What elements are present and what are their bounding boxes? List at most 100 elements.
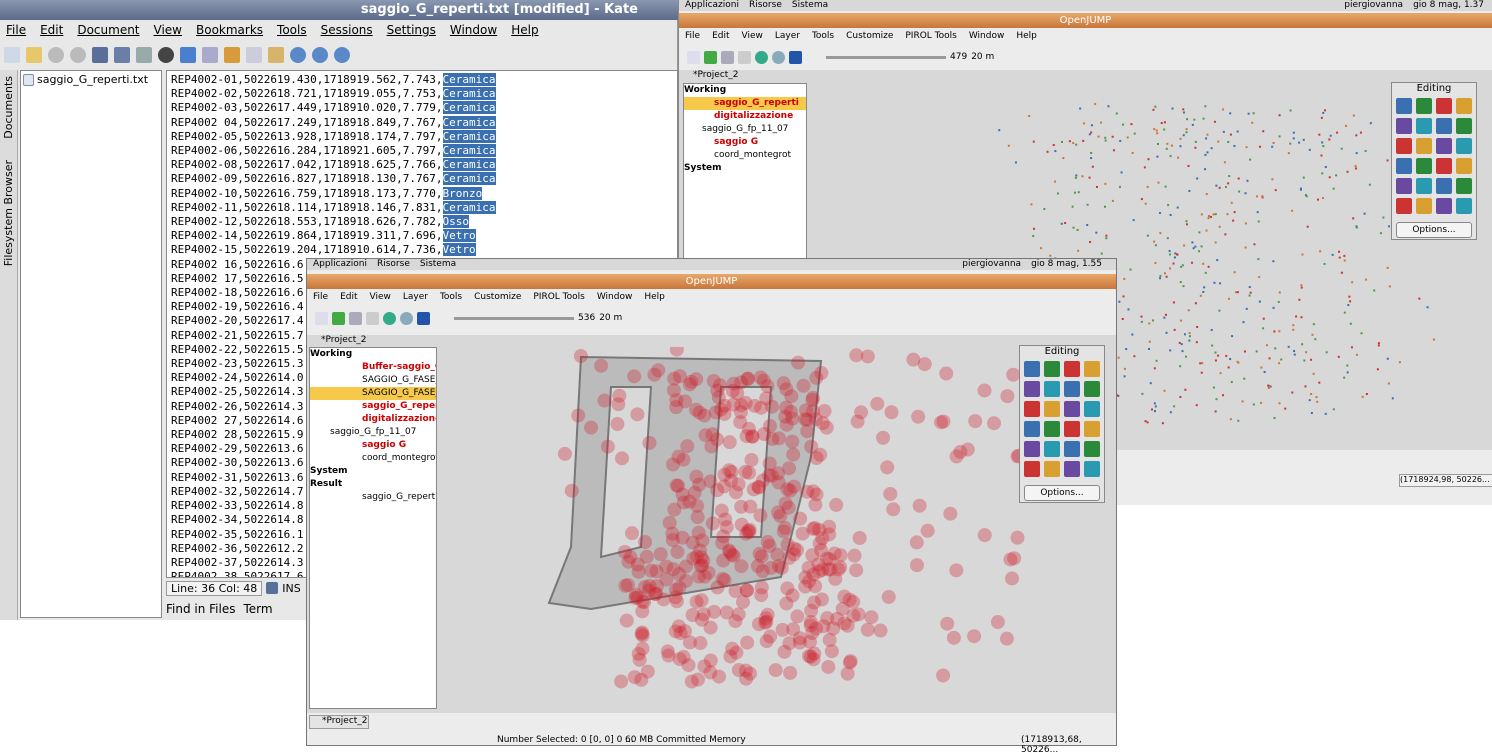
edit-tool-icon[interactable] xyxy=(1396,178,1412,194)
tab-terminal[interactable]: Term xyxy=(244,602,273,616)
tab-documents[interactable]: Documents xyxy=(2,76,15,139)
menu-help[interactable]: Help xyxy=(644,289,665,305)
edit-tool-icon[interactable] xyxy=(1084,421,1100,437)
options-button[interactable]: Options... xyxy=(1024,485,1100,501)
tree-item[interactable]: SAGGIO_G_FASE_ xyxy=(310,374,436,387)
menu-sessions[interactable]: Sessions xyxy=(321,20,373,40)
zoom-full-icon[interactable] xyxy=(383,311,396,325)
panel-clock[interactable]: gio 8 mag, 1.55 xyxy=(1031,259,1116,270)
insert-mode[interactable]: INS xyxy=(282,582,300,595)
tree-item[interactable]: saggio G xyxy=(684,136,806,149)
edit-tool-icon[interactable] xyxy=(1416,118,1432,134)
tree-item[interactable]: System xyxy=(684,162,806,175)
menu-window[interactable]: Window xyxy=(969,28,1005,44)
menu-tools[interactable]: Tools xyxy=(812,28,834,44)
menu-view[interactable]: View xyxy=(154,20,182,40)
edit-tool-icon[interactable] xyxy=(1084,441,1100,457)
edit-tool-icon[interactable] xyxy=(1416,178,1432,194)
edit-tool-icon[interactable] xyxy=(1436,198,1452,214)
project-tab[interactable]: *Project_2 xyxy=(309,715,369,729)
zoom-in-icon[interactable] xyxy=(312,47,328,63)
panel-clock[interactable]: gio 8 mag, 1.37 xyxy=(1413,0,1492,11)
edit-tool-icon[interactable] xyxy=(1436,138,1452,154)
menu-edit[interactable]: Edit xyxy=(340,289,357,305)
info-icon[interactable] xyxy=(789,50,802,64)
edit-tool-icon[interactable] xyxy=(1064,461,1080,477)
menu-tools[interactable]: Tools xyxy=(277,20,307,40)
menu-file[interactable]: File xyxy=(685,28,700,44)
edit-tool-icon[interactable] xyxy=(1456,198,1472,214)
tab-filesystem-browser[interactable]: Filesystem Browser xyxy=(2,160,15,266)
menu-help[interactable]: Help xyxy=(511,20,538,40)
menu-window[interactable]: Window xyxy=(597,289,633,305)
redo-icon[interactable] xyxy=(202,47,218,63)
panel-places[interactable]: Risorse xyxy=(377,259,410,270)
paste-icon[interactable] xyxy=(268,47,284,63)
map-canvas[interactable] xyxy=(441,347,1113,709)
new-icon[interactable] xyxy=(687,50,700,64)
add-layer-icon[interactable] xyxy=(704,50,717,64)
menu-help[interactable]: Help xyxy=(1016,28,1037,44)
tree-item[interactable]: Result xyxy=(310,478,436,491)
edit-tool-icon[interactable] xyxy=(1064,401,1080,417)
tree-item[interactable]: System xyxy=(310,465,436,478)
menu-pirol-tools[interactable]: PIROL Tools xyxy=(533,289,584,305)
tree-item[interactable]: saggio_G_fp_11_07 xyxy=(310,426,436,439)
panel-user[interactable]: piergiovanna xyxy=(1344,0,1403,11)
edit-tool-icon[interactable] xyxy=(1456,118,1472,134)
edit-tool-icon[interactable] xyxy=(1024,361,1040,377)
zoom-icon[interactable] xyxy=(349,311,362,325)
tree-item[interactable]: digitalizzazione xyxy=(310,413,436,426)
edit-tool-icon[interactable] xyxy=(1396,118,1412,134)
save-icon[interactable] xyxy=(92,47,108,63)
tree-item[interactable]: digitalizzazione xyxy=(684,110,806,123)
tree-item[interactable]: Working xyxy=(684,84,806,97)
new-file-icon[interactable] xyxy=(4,47,20,63)
tree-item[interactable]: saggio_G_reperti xyxy=(684,97,806,110)
edit-tool-icon[interactable] xyxy=(1416,138,1432,154)
panel-system[interactable]: Sistema xyxy=(792,0,828,11)
edit-tool-icon[interactable] xyxy=(1024,441,1040,457)
menu-view[interactable]: View xyxy=(742,28,763,44)
edit-tool-icon[interactable] xyxy=(1396,138,1412,154)
edit-tool-icon[interactable] xyxy=(1044,441,1060,457)
find-icon[interactable] xyxy=(290,47,306,63)
menu-window[interactable]: Window xyxy=(450,20,497,40)
panel-system[interactable]: Sistema xyxy=(420,259,456,270)
menu-customize[interactable]: Customize xyxy=(846,28,893,44)
tree-item[interactable]: saggio G xyxy=(310,439,436,452)
close-icon[interactable] xyxy=(158,47,174,63)
edit-tool-icon[interactable] xyxy=(1416,98,1432,114)
edit-tool-icon[interactable] xyxy=(1084,381,1100,397)
edit-tool-icon[interactable] xyxy=(1084,401,1100,417)
zoom-full-icon[interactable] xyxy=(755,50,768,64)
edit-tool-icon[interactable] xyxy=(1416,198,1432,214)
forward-icon[interactable] xyxy=(70,47,86,63)
tree-item[interactable]: saggio_G_fp_11_07 xyxy=(684,123,806,136)
panel-user[interactable]: piergiovanna xyxy=(962,259,1021,270)
tree-item[interactable]: coord_montegrot xyxy=(684,149,806,162)
add-layer-icon[interactable] xyxy=(332,311,345,325)
edit-tool-icon[interactable] xyxy=(1456,158,1472,174)
edit-tool-icon[interactable] xyxy=(1436,178,1452,194)
menu-pirol-tools[interactable]: PIROL Tools xyxy=(905,28,956,44)
panel-applications[interactable]: Applicazioni xyxy=(313,259,367,270)
edit-tool-icon[interactable] xyxy=(1456,138,1472,154)
edit-tool-icon[interactable] xyxy=(1064,361,1080,377)
menu-file[interactable]: File xyxy=(313,289,328,305)
edit-tool-icon[interactable] xyxy=(1064,421,1080,437)
menu-layer[interactable]: Layer xyxy=(403,289,428,305)
pan-icon[interactable] xyxy=(366,311,379,325)
tree-item[interactable]: Buffer-saggio_G xyxy=(310,361,436,374)
menu-edit[interactable]: Edit xyxy=(40,20,63,40)
tree-item[interactable]: SAGGIO_G_FASE_ xyxy=(310,387,436,400)
panel-applications[interactable]: Applicazioni xyxy=(685,0,739,11)
save-all-icon[interactable] xyxy=(114,47,130,63)
list-item[interactable]: saggio_G_reperti.txt xyxy=(21,71,161,88)
menu-file[interactable]: File xyxy=(6,20,26,40)
edit-tool-icon[interactable] xyxy=(1436,118,1452,134)
tree-item[interactable]: Working xyxy=(310,348,436,361)
edit-tool-icon[interactable] xyxy=(1024,421,1040,437)
pan-icon[interactable] xyxy=(738,50,751,64)
zoom-out-icon[interactable] xyxy=(334,47,350,63)
